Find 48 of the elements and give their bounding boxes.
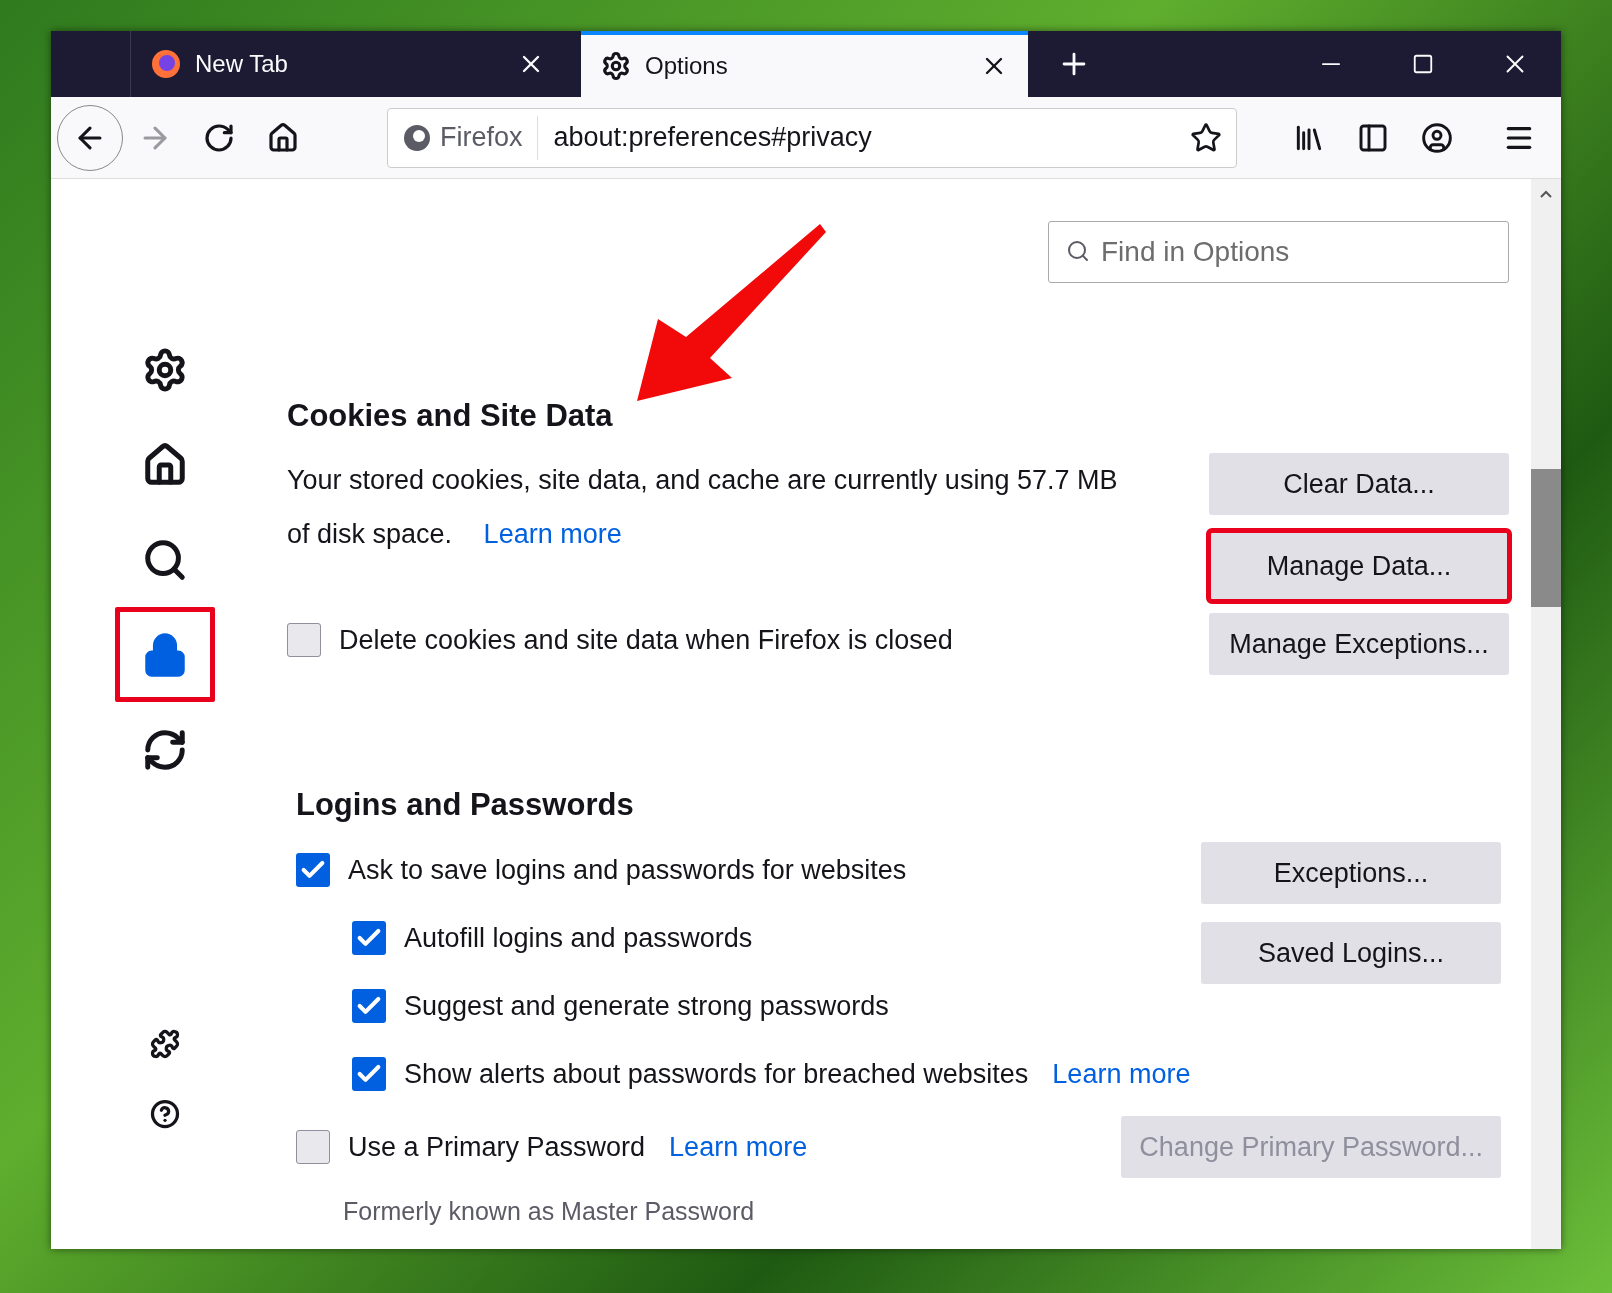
section-heading: Cookies and Site Data [287, 397, 614, 435]
learn-more-link[interactable]: Learn more [669, 1131, 808, 1163]
action-button[interactable]: Clear Data... [1209, 453, 1509, 515]
checkbox-label: Suggest and generate strong passwords [404, 990, 889, 1022]
tab-title: New Tab [195, 50, 289, 78]
scrollbar[interactable] [1531, 179, 1561, 1249]
note-text: Formerly known as Master Password [343, 1196, 756, 1227]
checkbox[interactable] [352, 989, 386, 1023]
browser-tab[interactable]: Options [581, 31, 1028, 97]
section-heading: Logins and Passwords [296, 786, 635, 824]
action-button[interactable]: Saved Logins... [1201, 922, 1501, 984]
bookmark-star-icon[interactable] [1190, 121, 1222, 154]
scrollbar-thumb[interactable] [1531, 469, 1561, 607]
browser-logo-icon [402, 122, 432, 153]
search-icon [1066, 239, 1090, 263]
checkbox[interactable] [296, 1130, 330, 1164]
account-icon[interactable] [1421, 121, 1453, 154]
site-identity[interactable]: Firefox [388, 115, 538, 160]
checkbox-label: Delete cookies and site data when Firefox is closed [339, 624, 953, 656]
help-icon [150, 1099, 180, 1129]
checkbox-label: Autofill logins and passwords [404, 922, 753, 954]
learn-more-link[interactable]: Learn more [1052, 1058, 1191, 1090]
home-icon[interactable] [267, 121, 299, 154]
url-text: about:preferences#privacy [552, 122, 873, 153]
tab-title: Options [645, 52, 729, 80]
settings-icon [142, 346, 188, 393]
action-button[interactable]: Exceptions... [1201, 842, 1501, 904]
browser-logo-icon [151, 49, 181, 79]
checkbox-label: Use a Primary Password [348, 1131, 646, 1163]
puzzle-icon [150, 1029, 180, 1059]
maximize-icon[interactable] [1412, 53, 1434, 75]
action-button[interactable]: Manage Data... [1209, 531, 1509, 601]
lock-icon [142, 631, 188, 678]
address-bar[interactable]: Firefox about:preferences#privacy [387, 107, 1237, 168]
checkbox[interactable] [352, 1057, 386, 1091]
scroll-up-icon[interactable] [1539, 189, 1553, 199]
checkbox[interactable] [287, 623, 321, 657]
reload-icon[interactable] [203, 121, 235, 154]
learn-more-link[interactable]: Learn more [483, 519, 622, 549]
checkbox[interactable] [296, 853, 330, 887]
storage-description: Your stored cookies, site data, and cache are currently using 57.7 MB of disk space. Learn more [287, 464, 1119, 551]
checkbox-label: Ask to save logins and passwords for websites [348, 854, 907, 886]
action-button[interactable]: Manage Exceptions... [1209, 613, 1509, 675]
search-field[interactable]: Find in Options [1048, 221, 1509, 283]
checkbox[interactable] [352, 921, 386, 955]
home-icon [142, 441, 188, 488]
settings-icon [601, 51, 631, 81]
checkbox-label: Show alerts about passwords for breached websites [404, 1058, 1029, 1090]
